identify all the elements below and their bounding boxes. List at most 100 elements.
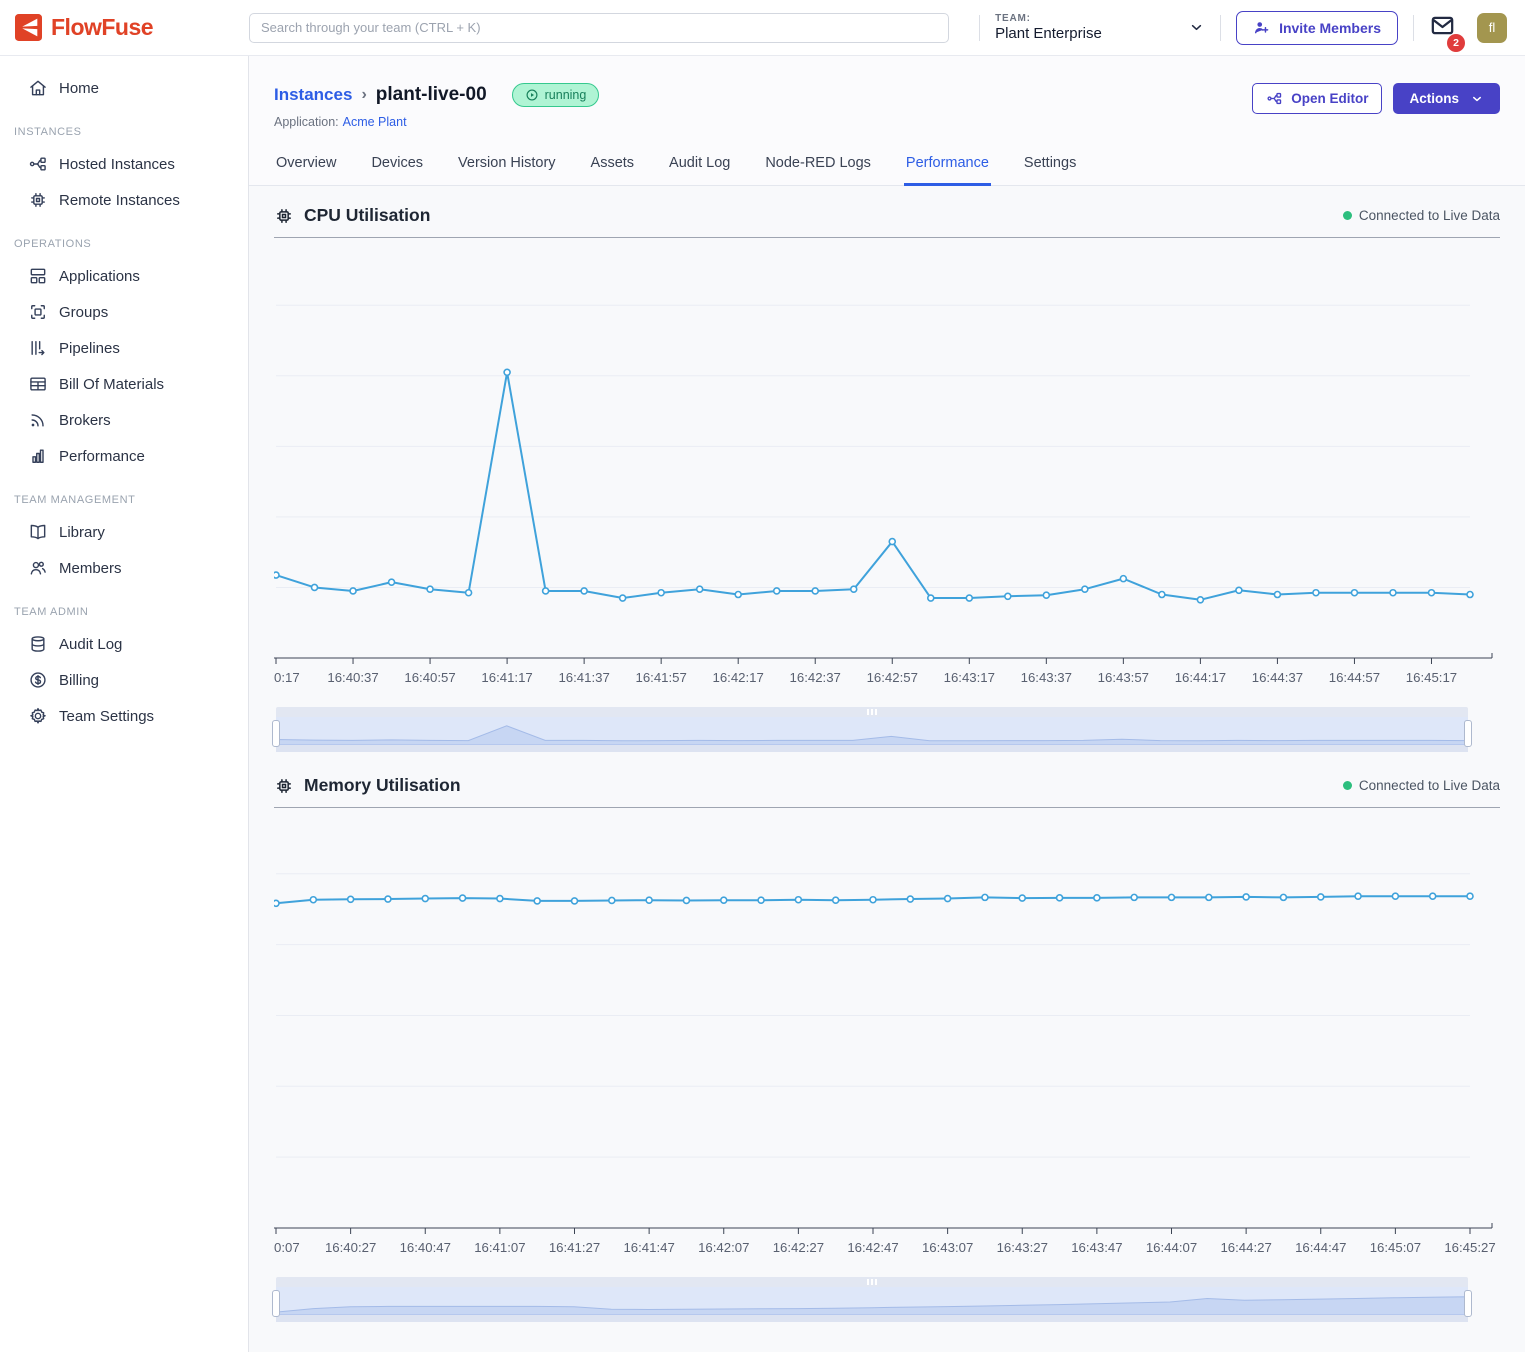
tab-node-red-logs[interactable]: Node-RED Logs — [763, 147, 873, 186]
svg-text:16:44:47: 16:44:47 — [1295, 1240, 1346, 1255]
svg-text:16:43:07: 16:43:07 — [922, 1240, 973, 1255]
sidebar-item-label: Library — [59, 524, 105, 541]
sidebar-item-label: Hosted Instances — [59, 156, 175, 173]
flowfuse-logo[interactable]: FlowFuse — [0, 14, 249, 41]
svg-text:16:44:57: 16:44:57 — [1329, 670, 1380, 685]
zoom-slider-handle-left[interactable] — [272, 720, 280, 747]
breadcrumb-separator: › — [361, 86, 366, 104]
zoom-slider-grip-icon[interactable] — [867, 1279, 877, 1285]
memory-chip-icon — [274, 776, 294, 796]
home-icon — [28, 78, 48, 98]
billing-icon — [28, 670, 48, 690]
svg-text:16:42:27: 16:42:27 — [773, 1240, 824, 1255]
tab-performance[interactable]: Performance — [904, 147, 991, 186]
sidebar-item-team-settings[interactable]: Team Settings — [0, 698, 248, 734]
sidebar-item-billing[interactable]: Billing — [0, 662, 248, 698]
memory-chart-zoom-slider[interactable] — [276, 1277, 1468, 1322]
hosted-instances-icon — [28, 154, 48, 174]
live-status: Connected to Live Data — [1343, 778, 1500, 793]
team-selector[interactable]: TEAM: Plant Enterprise — [995, 13, 1205, 42]
sidebar-section-operations: OPERATIONS — [0, 218, 248, 258]
sidebar-item-label: Team Settings — [59, 708, 154, 725]
logo-text: FlowFuse — [51, 14, 153, 41]
sidebar-section-team-management: TEAM MANAGEMENT — [0, 474, 248, 514]
zoom-slider-track[interactable] — [276, 1287, 1468, 1315]
tab-version-history[interactable]: Version History — [456, 147, 558, 186]
groups-icon — [28, 302, 48, 322]
library-icon — [28, 522, 48, 542]
zoom-slider-handle-right[interactable] — [1464, 1290, 1472, 1317]
svg-text:16:42:37: 16:42:37 — [790, 670, 841, 685]
svg-text:0:17: 0:17 — [274, 670, 300, 685]
live-status: Connected to Live Data — [1343, 208, 1500, 223]
application-line: Application:Acme Plant — [274, 115, 599, 129]
sidebar-item-audit-log[interactable]: Audit Log — [0, 626, 248, 662]
svg-text:16:41:47: 16:41:47 — [623, 1240, 674, 1255]
cpu-chart-zoom-slider[interactable] — [276, 707, 1468, 752]
sidebar-item-label: Pipelines — [59, 340, 120, 357]
team-label: TEAM: — [995, 13, 1102, 24]
svg-text:16:40:57: 16:40:57 — [404, 670, 455, 685]
sidebar-item-pipelines[interactable]: Pipelines — [0, 330, 248, 366]
cpu-utilisation-plot: 0%2%4%6%8%10%0:1716:40:3716:40:5716:41:1… — [274, 240, 1500, 695]
open-editor-button[interactable]: Open Editor — [1252, 83, 1382, 114]
live-status-dot-icon — [1343, 781, 1352, 790]
sidebar-section-instances: INSTANCES — [0, 106, 248, 146]
brokers-icon — [28, 410, 48, 430]
tab-audit-log[interactable]: Audit Log — [667, 147, 732, 186]
zoom-slider-handle-left[interactable] — [272, 1290, 280, 1317]
section-title: CPU Utilisation — [304, 205, 430, 226]
tab-assets[interactable]: Assets — [589, 147, 637, 186]
sidebar-item-members[interactable]: Members — [0, 550, 248, 586]
svg-text:16:42:47: 16:42:47 — [847, 1240, 898, 1255]
applications-icon — [28, 266, 48, 286]
add-user-icon — [1253, 19, 1270, 36]
zoom-slider-handle-right[interactable] — [1464, 720, 1472, 747]
svg-text:16:41:57: 16:41:57 — [635, 670, 686, 685]
tab-settings[interactable]: Settings — [1022, 147, 1078, 186]
breadcrumb: Instances › plant-live-00 running — [274, 83, 599, 107]
play-circle-icon — [525, 88, 539, 102]
zoom-slider-move-handle[interactable] — [276, 707, 1468, 717]
flowfuse-logo-icon — [15, 14, 42, 41]
sidebar-item-label: Brokers — [59, 412, 111, 429]
svg-text:16:44:27: 16:44:27 — [1220, 1240, 1271, 1255]
svg-text:16:41:37: 16:41:37 — [558, 670, 609, 685]
sidebar-item-library[interactable]: Library — [0, 514, 248, 550]
cpu-section-header: CPU Utilisation Connected to Live Data — [274, 188, 1500, 238]
svg-text:16:45:17: 16:45:17 — [1406, 670, 1457, 685]
svg-text:16:42:07: 16:42:07 — [698, 1240, 749, 1255]
sidebar-item-groups[interactable]: Groups — [0, 294, 248, 330]
zoom-slider-track[interactable] — [276, 717, 1468, 745]
zoom-slider-grip-icon[interactable] — [867, 709, 877, 715]
sidebar-item-label: Members — [59, 560, 122, 577]
members-icon — [28, 558, 48, 578]
application-link[interactable]: Acme Plant — [343, 115, 407, 129]
cpu-chip-icon — [274, 206, 294, 226]
zoom-slider-move-handle[interactable] — [276, 1277, 1468, 1287]
notifications-button[interactable]: 2 — [1429, 12, 1456, 44]
sidebar-item-home[interactable]: Home — [0, 70, 248, 106]
svg-text:16:45:27: 16:45:27 — [1444, 1240, 1495, 1255]
node-red-editor-icon — [1266, 90, 1283, 107]
section-title: Memory Utilisation — [304, 775, 461, 796]
sidebar-item-label: Applications — [59, 268, 140, 285]
live-status-text: Connected to Live Data — [1359, 778, 1500, 793]
sidebar-item-remote-instances[interactable]: Remote Instances — [0, 182, 248, 218]
sidebar-item-bill-of-materials[interactable]: Bill Of Materials — [0, 366, 248, 402]
sidebar-item-hosted-instances[interactable]: Hosted Instances — [0, 146, 248, 182]
tab-devices[interactable]: Devices — [369, 147, 425, 186]
avatar[interactable]: fl — [1477, 13, 1507, 43]
sidebar-item-performance[interactable]: Performance — [0, 438, 248, 474]
sidebar-item-brokers[interactable]: Brokers — [0, 402, 248, 438]
instance-tabs: Overview Devices Version History Assets Audi… — [249, 147, 1525, 186]
actions-button[interactable]: Actions — [1393, 83, 1500, 114]
tab-overview[interactable]: Overview — [274, 147, 338, 186]
svg-text:16:41:27: 16:41:27 — [549, 1240, 600, 1255]
search-input[interactable] — [249, 13, 949, 43]
zoom-slider-bottom-track[interactable] — [276, 745, 1468, 752]
invite-members-label: Invite Members — [1279, 20, 1381, 36]
sidebar-item-applications[interactable]: Applications — [0, 258, 248, 294]
invite-members-button[interactable]: Invite Members — [1236, 11, 1398, 45]
breadcrumb-instances-link[interactable]: Instances — [274, 85, 352, 105]
